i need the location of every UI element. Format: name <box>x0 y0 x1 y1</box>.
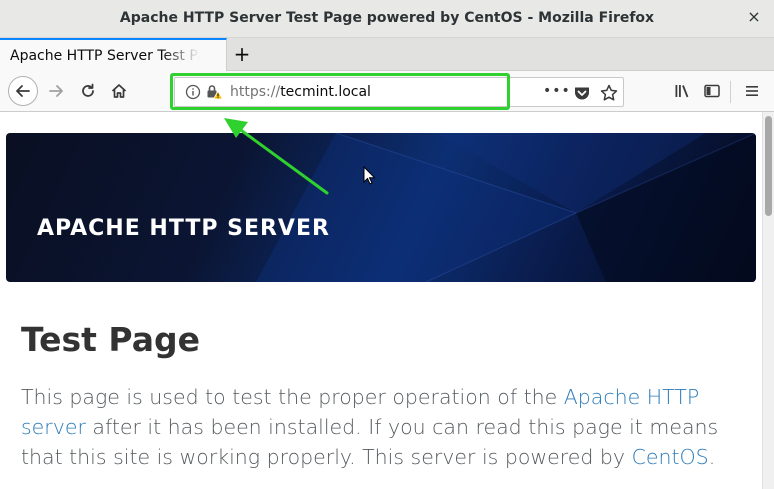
tab-apache-test-page[interactable]: Apache HTTP Server Test Page powered by … <box>0 38 227 71</box>
page-actions-menu[interactable]: ••• <box>543 83 570 103</box>
hamburger-menu-icon <box>746 86 758 96</box>
reload-button[interactable] <box>74 77 102 105</box>
intro-paragraph: This page is used to test the proper ope… <box>21 382 746 472</box>
tab-title: Apache HTTP Server Test Page powered by … <box>10 48 200 64</box>
library-button[interactable] <box>668 77 696 105</box>
intro-text-1: This page is used to test the proper ope… <box>21 385 564 409</box>
url-host: tecmint.local <box>280 84 371 100</box>
back-arrow-icon <box>16 85 30 97</box>
star-icon[interactable] <box>599 83 619 103</box>
centos-link[interactable]: CentOS <box>632 445 709 469</box>
intro-text-2: after it has been installed. If you can … <box>21 415 719 469</box>
sidebar-toggle-button[interactable] <box>698 77 726 105</box>
mouse-cursor-icon <box>363 166 376 185</box>
forward-button[interactable] <box>42 77 70 105</box>
home-button[interactable] <box>105 77 133 105</box>
url-scheme: https:// <box>230 84 281 100</box>
toolbar-separator <box>730 81 731 103</box>
intro-text-3: . <box>708 445 716 469</box>
apache-banner: APACHE HTTP SERVER <box>6 133 756 282</box>
window-title: Apache HTTP Server Test Page powered by … <box>119 10 655 26</box>
home-icon <box>111 84 127 98</box>
close-icon[interactable]: × <box>746 9 762 25</box>
banner-title: APACHE HTTP SERVER <box>37 216 330 241</box>
scrollbar-thumb[interactable] <box>765 116 772 216</box>
info-icon[interactable] <box>185 84 201 100</box>
navigation-toolbar: https://tecmint.local ••• <box>0 71 774 112</box>
forward-arrow-icon <box>49 85 63 97</box>
pocket-icon[interactable] <box>573 84 591 102</box>
page-title: Test Page <box>21 320 200 359</box>
banner-decoration <box>256 133 756 282</box>
new-tab-button[interactable]: + <box>230 43 254 65</box>
sidebar-icon <box>704 84 720 98</box>
reload-icon <box>82 83 94 97</box>
library-icon <box>675 85 689 98</box>
vertical-scrollbar[interactable] <box>762 112 774 489</box>
tab-strip: Apache HTTP Server Test Page powered by … <box>0 38 774 71</box>
window-titlebar: Apache HTTP Server Test Page powered by … <box>0 0 774 38</box>
lock-warning-icon[interactable] <box>205 83 223 101</box>
url-text[interactable]: https://tecmint.local <box>230 84 371 100</box>
back-button[interactable] <box>8 76 38 106</box>
page-content: APACHE HTTP SERVER Test Page This page i… <box>0 112 762 489</box>
main-menu-button[interactable] <box>738 77 766 105</box>
address-bar[interactable]: https://tecmint.local ••• <box>174 77 624 107</box>
